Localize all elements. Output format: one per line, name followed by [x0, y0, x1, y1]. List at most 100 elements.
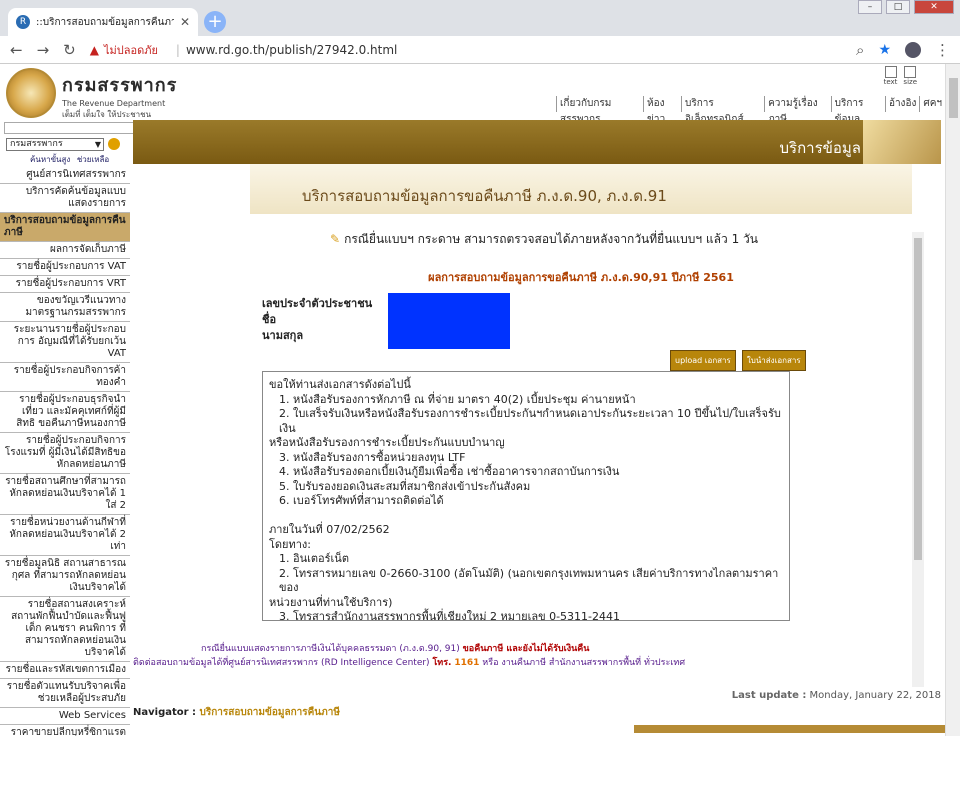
field-id-label: เลขประจำตัวประชาชน [262, 297, 373, 310]
footer-line-1: กรณียื่นแบบแสดงรายการภาษีเงินได้บุคคลธรร… [201, 644, 590, 654]
address-bar[interactable]: | www.rd.go.th/publish/27942.0.html [176, 43, 397, 57]
nav-center[interactable]: ศคฯ [919, 96, 945, 112]
reload-icon[interactable]: ↻ [63, 41, 76, 59]
sidebar-item[interactable]: รายชื่อและรหัสเขตการเมือง [0, 662, 130, 679]
sidebar-item[interactable]: รายชื่อผู้ประกอบกิจการค้าทองคำ [0, 363, 130, 392]
minimize-button[interactable]: – [858, 0, 882, 14]
send-documents-form-button[interactable]: ใบนำส่งเอกสาร [741, 350, 806, 371]
page-title-bar: บริการสอบถามข้อมูลการขอคืนภาษี ภ.ง.ด.90,… [250, 164, 912, 214]
sidebar-item[interactable]: รายชื่อตัวแทนรับบริจาคเพื่อช่วยเหลือผู้ป… [0, 679, 130, 708]
banner-image [863, 120, 941, 164]
nav-news[interactable]: ห้องข่าว [643, 96, 681, 125]
document-line: 1. อินเตอร์เน็ต [279, 552, 349, 565]
document-line: ขอให้ท่านส่งเอกสารดังต่อไปนี้ [269, 378, 411, 391]
search-input[interactable] [4, 122, 140, 134]
nav-about[interactable]: เกี่ยวกับกรมสรรพากร [556, 96, 643, 125]
sidebar-item[interactable]: รายชื่อสถานศึกษาที่สามารถหักลดหย่อนเงินบ… [0, 474, 130, 515]
top-navigation: เกี่ยวกับกรมสรรพากร ห้องข่าว บริการอิเล็… [556, 96, 945, 125]
new-tab-button[interactable]: + [204, 11, 226, 33]
text-size-controls: text size [884, 66, 917, 86]
content-scrollbar[interactable] [912, 232, 924, 687]
maximize-button[interactable]: □ [886, 0, 910, 14]
nav-e-services[interactable]: บริการอิเล็กทรอนิกส์ [680, 96, 764, 125]
redacted-personal-info [388, 293, 510, 349]
text-icon [884, 66, 897, 78]
pencil-icon: ✎ [330, 232, 341, 246]
sidebar-item[interactable]: รายชื่อผู้ประกอบกิจการโรงแรมที่ ผู้มีเงิ… [0, 433, 130, 474]
document-line: ภายในวันที่ 07/02/2562 [269, 523, 390, 536]
nav-tax-knowledge[interactable]: ความรู้เรื่องภาษี [764, 96, 831, 125]
brand[interactable]: กรมสรรพากร The Revenue Department เต็มที… [62, 70, 177, 121]
vertical-scrollbar[interactable] [945, 64, 960, 736]
search-go-button[interactable] [108, 138, 120, 150]
advanced-search-link[interactable]: ค้นหาขั้นสูง [30, 155, 70, 164]
field-surname-label: นามสกุล [262, 329, 304, 342]
nav-info-services[interactable]: บริการข้อมูล [830, 96, 885, 125]
document-line: หรือหนังสือรับรองการชำระเบี้ยประกันแบบบำ… [269, 436, 505, 449]
text-button[interactable]: text [884, 66, 897, 86]
forward-icon[interactable]: → [37, 41, 50, 59]
search-area: กรมสรรพากร ▼ ค้นหาขั้นสูง ช่วยเหลือ [0, 120, 140, 166]
sidebar-item[interactable]: รายชื่อหน่วยงานด้านกีฬาที่หักลดหย่อนเงิน… [0, 515, 130, 556]
site-favicon-icon: R [16, 15, 30, 29]
sidebar-item[interactable]: Web Services [0, 708, 130, 725]
taxpayer-fields: เลขประจำตัวประชาชน ชื่อ นามสกุล [262, 296, 372, 344]
section-banner: บริการข้อมูล [133, 120, 941, 164]
size-button[interactable]: size [903, 66, 917, 86]
content-scrollbar-thumb[interactable] [914, 238, 922, 560]
vertical-scrollbar-thumb[interactable] [949, 78, 958, 118]
notice-text: กรณียื่นแบบฯ กระดาษ สามารถตรวจสอบได้ภายห… [344, 232, 758, 246]
nav-reference[interactable]: อ้างอิง [884, 96, 919, 112]
page-title: บริการสอบถามข้อมูลการขอคืนภาษี ภ.ง.ด.90,… [302, 187, 667, 205]
navigator-link[interactable]: บริการสอบถามข้อมูลการคืนภาษี [200, 707, 340, 718]
document-line: 2. โทรสารหมายเลข 0-2660-3100 (อัตโนมัติ)… [279, 566, 779, 595]
bookmark-star-icon[interactable]: ★ [878, 42, 891, 58]
chevron-down-icon: ▼ [94, 140, 101, 149]
sidebar-item[interactable]: รายชื่อมูลนิธิ สถานสาธารณกุศล ที่สามารถห… [0, 556, 130, 597]
tab-title: ::บริการสอบถามข้อมูลการคืนภาษี:: [36, 16, 174, 28]
document-line: 6. เบอร์โทรศัพท์ที่สามารถติดต่อได้ [279, 494, 444, 507]
banner-label: บริการข้อมูล [779, 139, 861, 157]
sidebar-item[interactable]: ของขวัญเวรีแนวทางมาตรฐานกรมสรรพากร [0, 293, 130, 322]
zoom-icon[interactable]: ⌕ [856, 41, 864, 59]
profile-avatar[interactable] [905, 41, 921, 58]
department-seal-icon[interactable] [6, 68, 56, 118]
document-line: 3. หนังสือรับรองการซื้อหน่วยลงทุน LTF [279, 450, 466, 464]
upload-documents-button[interactable]: upload เอกสาร [670, 350, 736, 371]
menu-icon[interactable]: ⋮ [935, 41, 950, 59]
result-title: ผลการสอบถามข้อมูลการขอคืนภาษี ภ.ง.ด.90,9… [428, 271, 734, 284]
brand-english: The Revenue Department [62, 99, 166, 108]
document-line: หน่วยงานที่ท่านใช้บริการ) [269, 595, 393, 609]
window-controls: – □ ✕ [858, 0, 954, 14]
close-window-button[interactable]: ✕ [914, 0, 954, 14]
page-footer: กรณียื่นแบบแสดงรายการภาษีเงินได้บุคคลธรร… [133, 635, 941, 736]
web-page: กรมสรรพากร The Revenue Department เต็มที… [0, 64, 945, 736]
sidebar-item[interactable]: ระยะนานรายชื่อผู้ประกอบการ อัญมณีที่ได้ร… [0, 322, 130, 363]
sidebar-item[interactable]: รายชื่อผู้ประกอบธุรกิจนำเที่ยว และมัคคุเ… [0, 392, 130, 433]
sidebar-item[interactable]: รายชื่อผู้ประกอบการ VAT [0, 259, 130, 276]
brand-thai: กรมสรรพากร [62, 75, 178, 95]
required-documents-box[interactable]: ขอให้ท่านส่งเอกสารดังต่อไปนี้ 1. หนังสือร… [262, 371, 790, 621]
notice: ✎ กรณียื่นแบบฯ กระดาษ สามารถตรวจสอบได้ภาย… [330, 230, 758, 249]
document-line: 5. ใบรับรองยอดเงินสะสมที่สมาชิกส่งเข้าปร… [279, 479, 531, 493]
sidebar-item[interactable]: ศูนย์สารนิเทศสรรพากร [0, 167, 130, 184]
browser-tab[interactable]: R ::บริการสอบถามข้อมูลการคืนภาษี:: ✕ [8, 8, 198, 36]
help-link[interactable]: ช่วยเหลือ [77, 155, 109, 164]
sidebar: ศูนย์สารนิเทศสรรพากร บริการคัดค้นข้อมูลแ… [0, 167, 130, 736]
url-text: www.rd.go.th/publish/27942.0.html [185, 42, 398, 57]
back-icon[interactable]: ← [10, 41, 23, 59]
security-indicator[interactable]: ▲ ไม่ปลอดภัย [90, 41, 158, 59]
sidebar-item[interactable]: ราคาขายปลีกบุหรี่ซิกาแรต สำหรับคำนวณผลกำ… [0, 725, 130, 736]
sidebar-item[interactable]: รายชื่อสถานสงเคราะห์ สถานพักฟื้นบำบัดและ… [0, 597, 130, 662]
warning-icon: ▲ [89, 42, 99, 57]
sidebar-item[interactable]: บริการคัดค้นข้อมูลแบบแสดงรายการ [0, 184, 130, 213]
last-update: Last update : Monday, January 22, 2018 [731, 690, 941, 701]
site-select[interactable]: กรมสรรพากร ▼ [6, 138, 104, 151]
sidebar-item-active[interactable]: บริการสอบถามข้อมูลการคืนภาษี [0, 213, 130, 242]
tab-close-icon[interactable]: ✕ [180, 15, 190, 29]
site-header: กรมสรรพากร The Revenue Department เต็มที… [0, 64, 945, 125]
sidebar-item[interactable]: รายชื่อผู้ประกอบการ VRT [0, 276, 130, 293]
search-links: ค้นหาขั้นสูง ช่วยเหลือ [30, 153, 113, 166]
sidebar-item[interactable]: ผลการจัดเก็บภาษี [0, 242, 130, 259]
